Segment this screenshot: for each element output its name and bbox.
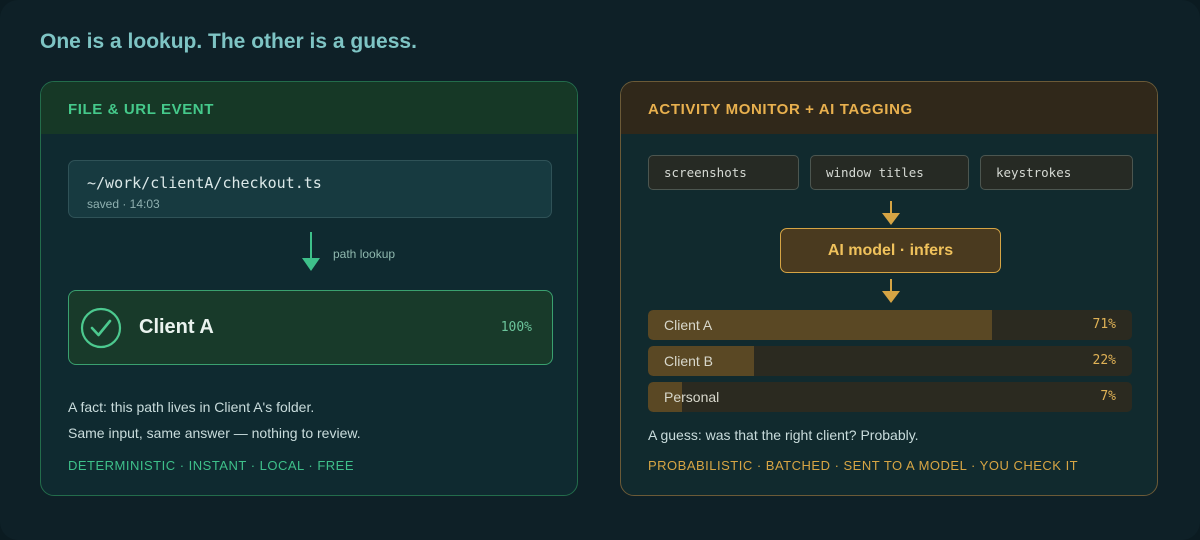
file-save-meta: saved · 14:03	[87, 197, 160, 211]
file-path: ~/work/clientA/checkout.ts	[87, 174, 322, 192]
file-url-event-panel: FILE & URL EVENT ~/work/clientA/checkout…	[40, 81, 578, 496]
result-client-name: Client A	[139, 316, 214, 338]
panel-title: FILE & URL EVENT	[41, 82, 577, 134]
property-tags: PROBABILISTIC · BATCHED · SENT TO A MODE…	[648, 458, 1079, 473]
fact-line-1: A fact: this path lives in Client A's fo…	[68, 399, 315, 415]
arrow-label: path lookup	[333, 247, 396, 261]
input-chip-screenshots: screenshots	[648, 155, 799, 190]
guess-label: Client B	[664, 353, 714, 369]
property-tags: DETERMINISTIC · INSTANT · LOCAL · FREE	[68, 458, 355, 473]
guess-percent: 7%	[1100, 389, 1116, 404]
guess-label: Personal	[664, 389, 720, 405]
activity-monitor-panel: ACTIVITY MONITOR + AI TAGGING screenshot…	[620, 81, 1158, 496]
diagram-frame: One is a lookup. The other is a guess. F…	[0, 0, 1200, 540]
file-path-card: ~/work/clientA/checkout.ts saved · 14:03	[68, 160, 552, 218]
arrow-down-icon	[882, 201, 900, 225]
panel-title: ACTIVITY MONITOR + AI TAGGING	[621, 82, 1157, 134]
result-card: Client A 100%	[68, 290, 553, 365]
guess-percent: 71%	[1092, 317, 1116, 332]
guess-percent: 22%	[1092, 353, 1116, 368]
result-confidence: 100%	[500, 320, 532, 335]
arrow-down-icon	[882, 279, 900, 303]
guess-bar-personal: Personal 7%	[648, 382, 1132, 412]
ai-model-box: AI model · infers	[780, 228, 1001, 273]
check-circle-icon	[80, 307, 122, 349]
guess-bar-client-b: Client B 22%	[648, 346, 1132, 376]
guess-label: Client A	[664, 317, 713, 333]
input-chip-keystrokes: keystrokes	[980, 155, 1133, 190]
fact-line-2: Same input, same answer — nothing to rev…	[68, 425, 361, 441]
guess-bar-client-a: Client A 71%	[648, 310, 1132, 340]
input-chip-window-titles: window titles	[810, 155, 969, 190]
arrow-down-icon	[302, 232, 320, 271]
guess-note: A guess: was that the right client? Prob…	[648, 427, 919, 443]
headline: One is a lookup. The other is a guess.	[40, 30, 417, 53]
